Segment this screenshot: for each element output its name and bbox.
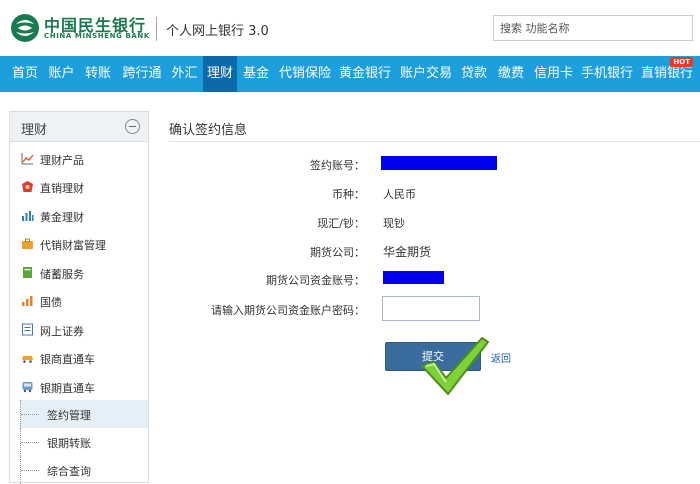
sidebar-item-label: 代销财富管理	[40, 239, 106, 252]
account-value-masked	[381, 156, 497, 170]
nav-item-forex[interactable]: 外汇	[167, 56, 202, 92]
sidebar: 理财 理财产品 直销理财 黄金理财 代销财富管理 储蓄服务 国债 网上证券 银商…	[9, 111, 149, 484]
nav-item-loan[interactable]: 贷款	[457, 56, 491, 92]
account-label: 签约账号：	[310, 159, 365, 172]
sidebar-subitem-bank-futures-transfer[interactable]: 银期转账	[20, 428, 148, 456]
bus-icon	[22, 382, 33, 393]
site-title: 个人网上银行 3.0	[166, 24, 269, 39]
nav-item-wealth[interactable]: 理财	[203, 56, 237, 92]
nav-item-account[interactable]: 账户	[45, 56, 78, 92]
currency-label: 币种：	[332, 188, 365, 201]
futures-company-value: 华金期货	[383, 245, 432, 259]
sidebar-item-label: 储蓄服务	[40, 268, 84, 281]
nav-item-home[interactable]: 首页	[6, 56, 44, 92]
nav-item-direct-bank[interactable]: 直销银行 HOT	[637, 56, 697, 92]
cash-type-value: 现钞	[383, 217, 405, 230]
sidebar-item-label: 银期直通车	[40, 382, 95, 395]
sidebar-item-securities[interactable]: 网上证券	[10, 316, 148, 344]
cash-type-label: 现汇/钞：	[317, 217, 365, 230]
tree-connector	[21, 442, 39, 443]
nav-item-credit-card[interactable]: 信用卡	[530, 56, 577, 92]
sidebar-item-agency-wealth[interactable]: 代销财富管理	[10, 230, 148, 258]
main-nav: 首页 账户 转账 跨行通 外汇 理财 基金 代销保险 黄金银行 账户交易 贷款 …	[0, 56, 700, 92]
nav-item-insurance[interactable]: 代销保险	[275, 56, 335, 92]
password-label: 请输入期货公司资金账户密码：	[211, 304, 365, 317]
sidebar-item-label: 理财产品	[40, 154, 84, 167]
sidebar-subitem-comprehensive-query[interactable]: 综合查询	[20, 456, 148, 484]
sidebar-title: 理财	[21, 123, 48, 138]
sidebar-item-gold-wealth[interactable]: 黄金理财	[10, 202, 148, 230]
sidebar-subitem-signing-management[interactable]: 签约管理	[20, 400, 148, 428]
search-input[interactable]: 搜索 功能名称	[493, 15, 693, 41]
briefcase-icon	[22, 238, 33, 249]
sidebar-item-bank-futures-express[interactable]: 银期直通车	[10, 373, 148, 401]
bar-chart-icon	[22, 211, 34, 221]
book-icon	[23, 267, 32, 278]
nav-item-interbank[interactable]: 跨行通	[118, 56, 166, 92]
title-divider	[169, 141, 700, 142]
nav-item-mobile-banking[interactable]: 手机银行	[578, 56, 636, 92]
nav-item-account-trading[interactable]: 账户交易	[396, 56, 456, 92]
sidebar-subitem-label: 银期转账	[47, 437, 91, 450]
sidebar-subitem-label: 综合查询	[47, 465, 91, 478]
header: 中国民生银行 CHINA MINSHENG BANK 个人网上银行 3.0 搜索…	[0, 0, 700, 56]
sidebar-item-direct-wealth[interactable]: 直销理财	[10, 173, 148, 201]
sidebar-header: 理财	[10, 112, 148, 142]
tree-connector	[21, 470, 39, 471]
sidebar-item-label: 网上证券	[40, 325, 84, 338]
nav-item-direct-bank-label: 直销银行	[640, 66, 693, 81]
nav-item-gold[interactable]: 黄金银行	[336, 56, 394, 92]
chart-line-icon	[21, 153, 34, 165]
nav-item-payment[interactable]: 缴费	[493, 56, 529, 92]
futures-company-label: 期货公司：	[310, 246, 365, 259]
sidebar-item-savings[interactable]: 储蓄服务	[10, 259, 148, 287]
nav-item-fund[interactable]: 基金	[238, 56, 274, 92]
sidebar-item-label: 直销理财	[40, 182, 84, 195]
sidebar-item-wealth-products[interactable]: 理财产品	[10, 145, 148, 173]
nav-item-transfer[interactable]: 转账	[80, 56, 116, 92]
document-icon	[22, 323, 33, 336]
sidebar-item-label: 国债	[40, 296, 62, 309]
collapse-icon[interactable]	[125, 119, 140, 134]
sidebar-item-label: 黄金理财	[40, 211, 84, 224]
minsheng-logo-icon	[11, 14, 39, 42]
sidebar-subitem-label: 签约管理	[47, 409, 91, 422]
back-link[interactable]: 返回	[491, 350, 511, 365]
submit-button[interactable]: 提交	[385, 342, 481, 371]
hot-badge: HOT	[670, 57, 693, 67]
fund-account-label: 期货公司资金账号：	[266, 274, 365, 287]
page-title: 确认签约信息	[169, 123, 248, 138]
sidebar-item-label: 银商直通车	[40, 353, 95, 366]
fund-account-value-masked	[383, 271, 444, 284]
tree-connector	[21, 414, 39, 415]
sidebar-item-bank-merchant-express[interactable]: 银商直通车	[10, 344, 148, 372]
bank-logo[interactable]: 中国民生银行 CHINA MINSHENG BANK	[10, 12, 150, 44]
sidebar-item-treasury-bonds[interactable]: 国债	[10, 287, 148, 315]
currency-value: 人民币	[383, 188, 416, 201]
car-icon	[22, 356, 33, 363]
growth-bars-icon	[22, 296, 33, 306]
password-input[interactable]	[382, 296, 480, 321]
logo-english-name: CHINA MINSHENG BANK	[44, 32, 150, 40]
header-divider	[156, 17, 157, 41]
shield-badge-icon	[22, 181, 33, 192]
